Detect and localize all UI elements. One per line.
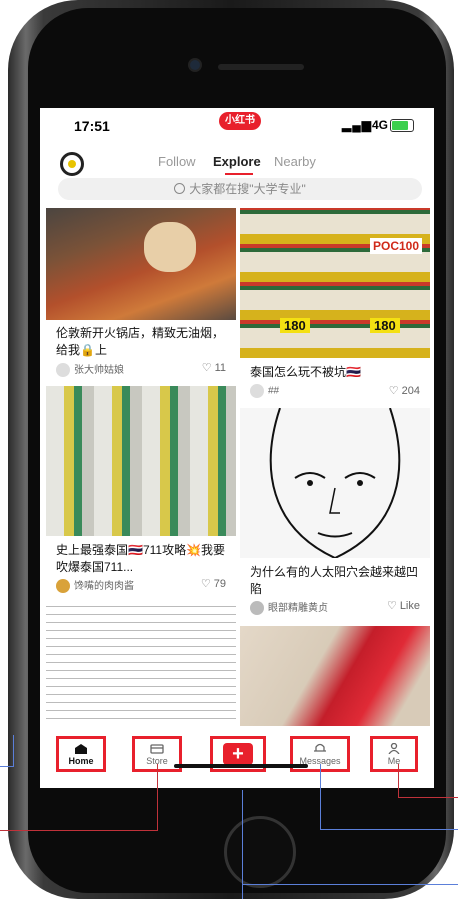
feed-card[interactable]: 史上最强泰国🇹🇭711攻略💥我要吹爆泰国711... 馋嘴的肉肉酱 ♡ 79	[46, 386, 236, 598]
home-hardware-button[interactable]	[224, 816, 296, 888]
battery-icon	[390, 119, 414, 132]
tab-follow[interactable]: Follow	[158, 154, 196, 169]
heart-icon: ♡	[388, 385, 399, 397]
annotation-line	[398, 797, 458, 798]
feed-card[interactable]: 伦敦新开火锅店，精致无油烟，给我🔒上 张大帅姑娘 ♡ 11	[46, 208, 236, 378]
card-title: 伦敦新开火锅店，精致无油烟，给我🔒上	[56, 326, 225, 357]
annotation-line	[398, 764, 399, 798]
bottom-nav: Home Store + Messages Me	[40, 726, 434, 788]
nav-home[interactable]: Home	[56, 736, 106, 772]
network-type: 4G	[372, 118, 389, 132]
search-input[interactable]: 大家都在搜"大学专业"	[58, 178, 422, 200]
nav-me[interactable]: Me	[370, 736, 418, 772]
card-image	[46, 386, 236, 536]
nav-home-label: Home	[68, 756, 94, 766]
annotation-line	[320, 764, 321, 830]
annotation-line	[320, 829, 458, 830]
home-icon	[75, 744, 87, 754]
likes-value: Like	[399, 600, 420, 612]
annotation-line	[0, 830, 158, 831]
person-icon	[388, 743, 400, 754]
bell-icon	[314, 743, 326, 752]
feed-card[interactable]: POC100 180 180 泰国怎么玩不被坑🇹🇭 ## ♡ 204	[240, 208, 430, 403]
avatar	[250, 384, 264, 398]
like-count[interactable]: ♡ 11	[202, 361, 226, 374]
avatar	[56, 579, 70, 594]
card-author: 眼部精雕黄贞	[250, 599, 328, 616]
like-count[interactable]: ♡ 204	[389, 384, 420, 397]
author-name: 眼部精雕黄贞	[268, 603, 328, 614]
feed-card[interactable]	[240, 626, 430, 726]
heart-icon: ♡	[200, 578, 211, 590]
annotation-line	[0, 766, 14, 767]
card-image	[240, 626, 430, 726]
tab-nearby[interactable]: Nearby	[274, 154, 316, 169]
store-icon	[150, 744, 164, 754]
author-name: ##	[268, 385, 280, 397]
like-count[interactable]: ♡ Like	[387, 599, 420, 612]
app-screen: 17:51 小红书 ▂▄▆ 4G Follow Explore Nearby 大…	[40, 108, 434, 788]
author-name: 馋嘴的肉肉酱	[74, 581, 134, 592]
annotation-line	[157, 764, 158, 831]
heart-icon: ♡	[386, 600, 397, 612]
status-bar: 17:51 小红书 ▂▄▆ 4G	[40, 108, 434, 138]
search-placeholder: 大家都在搜"大学专业"	[189, 182, 306, 196]
likes-value: 79	[213, 578, 226, 590]
card-title: 泰国怎么玩不被坑🇹🇭	[250, 365, 361, 379]
annotation-line	[242, 884, 458, 885]
author-name: 张大帅姑娘	[74, 365, 124, 376]
search-icon	[174, 183, 186, 194]
price-tag: POC100	[370, 238, 423, 254]
feed-card[interactable]	[46, 602, 236, 726]
status-time: 17:51	[74, 118, 110, 134]
card-image	[46, 208, 236, 320]
card-title: 史上最强泰国🇹🇭711攻略💥我要吹爆泰国711...	[56, 543, 226, 574]
annotation-line	[242, 790, 243, 899]
avatar	[56, 363, 70, 378]
card-image	[46, 602, 236, 726]
app-logo-icon[interactable]	[60, 152, 84, 176]
camera-icon	[190, 60, 200, 70]
avatar	[250, 601, 264, 616]
face-sketch	[269, 407, 401, 560]
feed-card[interactable]: 为什么有的人太阳穴会越来越凹陷 眼部精雕黄贞 ♡ Like	[240, 407, 430, 620]
card-title: 为什么有的人太阳穴会越来越凹陷	[250, 565, 419, 596]
card-author: 张大帅姑娘	[56, 361, 124, 378]
heart-icon: ♡	[201, 362, 212, 374]
feed-tabs: Follow Explore Nearby	[40, 150, 434, 176]
card-author: 馋嘴的肉肉酱	[56, 577, 134, 594]
likes-value: 204	[401, 385, 420, 397]
home-indicator	[174, 764, 308, 768]
app-badge[interactable]: 小红书	[219, 112, 261, 130]
card-image	[240, 407, 430, 560]
price-tag: 180	[370, 318, 400, 333]
dish-figure	[144, 222, 196, 272]
annotation-line	[13, 735, 14, 767]
card-image: POC100 180 180	[240, 208, 430, 358]
like-count[interactable]: ♡ 79	[201, 577, 226, 590]
speaker-grille	[218, 64, 304, 70]
likes-value: 11	[214, 362, 226, 374]
plus-icon: +	[223, 743, 253, 765]
price-tag: 180	[280, 318, 310, 333]
card-author: ##	[250, 384, 279, 398]
signal-icon: ▂▄▆	[342, 118, 372, 132]
tab-explore[interactable]: Explore	[213, 154, 261, 175]
